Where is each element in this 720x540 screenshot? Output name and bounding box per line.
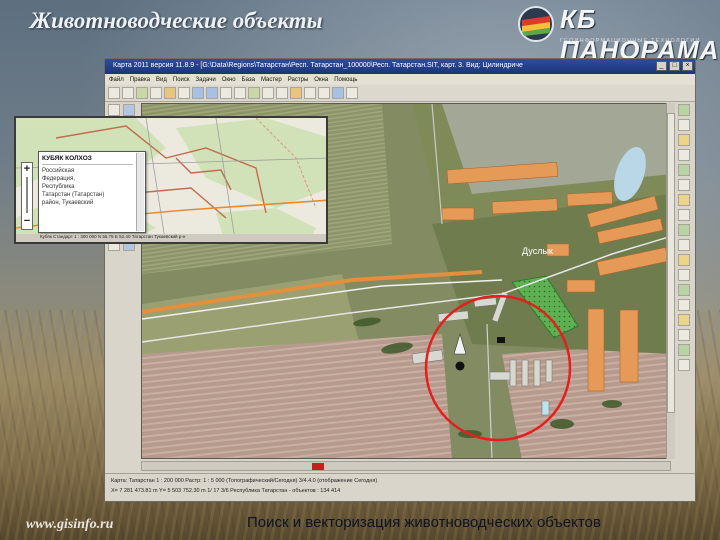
copy-icon[interactable] [678,314,690,326]
close-button[interactable]: × [682,61,693,71]
menu-edit[interactable]: Правка [130,77,150,83]
report-icon[interactable] [678,254,690,266]
menu-window[interactable]: Окно [222,77,236,83]
footer-website[interactable]: www.gisinfo.ru [26,517,113,533]
popup-text: Российская Федерация, Республика Татарст… [42,167,133,207]
logo-text: КБ ПАНОРАМА [560,4,720,65]
company-logo: КБ ПАНОРАМА ГЕОИНФОРМАЦИОННЫЕ ТЕХНОЛОГИИ [516,4,718,65]
window-title: Карта 2011 версия 11.8.9 - [G:\Data\Regi… [113,62,523,69]
menu-help[interactable]: Помощь [334,77,357,83]
cross-icon[interactable] [678,149,690,161]
select-area-icon[interactable] [678,134,690,146]
menu-rasters[interactable]: Растры [288,77,309,83]
flag-icon[interactable] [678,359,690,371]
hand-tool-icon[interactable] [123,104,135,116]
popup-title: КУБЯК КОЛХОЗ [42,155,133,165]
vertical-scroll-thumb[interactable] [667,113,675,413]
popup-line: Татарстан (Татарстан) [42,192,105,198]
layer-list-icon[interactable] [678,104,690,116]
print-icon[interactable] [150,87,162,99]
layers-icon[interactable] [136,87,148,99]
menu-file[interactable]: Файл [109,77,124,83]
object-info-popup: КУБЯК КОЛХОЗ Российская Федерация, Респу… [38,151,146,233]
save-icon[interactable] [122,87,134,99]
slide-title: Животноводческие объекты [30,8,323,33]
status-line-coordinates: X= 7 281 473.81 m Y= 5 503 752.30 m 1/ 1… [111,488,341,494]
inset-status-bar: Кубяк Стандарт 1 : 300 000 N 55.75 E 52.… [16,234,326,242]
menu-database[interactable]: База [242,77,255,83]
camera-icon[interactable] [678,179,690,191]
footer-caption: Поиск и векторизация животноводческих об… [247,514,601,531]
zoom-in-button[interactable]: + [24,163,30,175]
zoom-out-button[interactable]: − [24,215,30,227]
select-icon[interactable] [178,87,190,99]
info-icon[interactable] [276,87,288,99]
logo-subtitle: ГЕОИНФОРМАЦИОННЫЕ ТЕХНОЛОГИИ [560,38,701,44]
pencil-icon[interactable] [164,87,176,99]
popup-line: Российская [42,168,75,174]
popup-scrollbar[interactable] [136,153,144,231]
settings-icon[interactable] [346,87,358,99]
export-icon[interactable] [678,284,690,296]
menu-bar: Файл Правка Вид Поиск Задачи Окно База М… [105,74,695,85]
vertical-scrollbar[interactable] [666,103,675,459]
open-icon[interactable] [108,87,120,99]
maximize-button[interactable]: □ [669,61,680,71]
menu-windows[interactable]: Окна [314,77,328,83]
popup-line: район, Тукаевский [42,200,94,206]
horizontal-scroll-thumb[interactable] [312,463,324,470]
list-icon[interactable] [678,209,690,221]
pan-icon[interactable] [220,87,232,99]
map-label-duslyk: Дуслык [522,246,553,256]
zoom-in-icon[interactable] [192,87,204,99]
livestock-marker-icon [497,337,505,343]
import-icon[interactable] [678,299,690,311]
zoom-control: + − [21,162,33,230]
logo-icon [518,6,554,42]
status-bar: Карта: Татарстан 1 : 200 000 Растр: 1 : … [105,473,695,501]
menu-search[interactable]: Поиск [173,77,190,83]
search-icon[interactable] [262,87,274,99]
check-icon[interactable] [678,344,690,356]
overview-inset-map[interactable]: + − КУБЯК КОЛХОЗ Российская Федерация, Р… [14,116,328,244]
legend-icon[interactable] [248,87,260,99]
table-icon[interactable] [678,164,690,176]
object-icon[interactable] [678,119,690,131]
measure-icon[interactable] [234,87,246,99]
popup-line: Федерация, [42,176,75,182]
horizontal-scrollbar[interactable] [141,461,671,471]
minimize-button[interactable]: _ [656,61,667,71]
refresh-icon[interactable] [318,87,330,99]
zoom-slider[interactable] [26,177,28,213]
menu-tasks[interactable]: Задачи [196,77,216,83]
menu-view[interactable]: Вид [156,77,167,83]
raster-icon[interactable] [290,87,302,99]
tag-icon[interactable] [678,224,690,236]
menu-wizard[interactable]: Мастер [261,77,282,83]
zoom-out-icon[interactable] [206,87,218,99]
filter-icon[interactable] [332,87,344,99]
popup-line: Республика [42,184,75,190]
pointer-tool-icon[interactable] [108,104,120,116]
window-controls: _ □ × [656,61,693,71]
right-tool-palette [678,104,692,404]
form-icon[interactable] [678,239,690,251]
grid-icon[interactable] [304,87,316,99]
paste-icon[interactable] [678,329,690,341]
status-line-scale: Карта: Татарстан 1 : 200 000 Растр: 1 : … [111,478,378,484]
grid-view-icon[interactable] [678,194,690,206]
chart-icon[interactable] [678,269,690,281]
main-toolbar [105,85,695,102]
window-titlebar: Карта 2011 версия 11.8.9 - [G:\Data\Regi… [105,59,695,74]
